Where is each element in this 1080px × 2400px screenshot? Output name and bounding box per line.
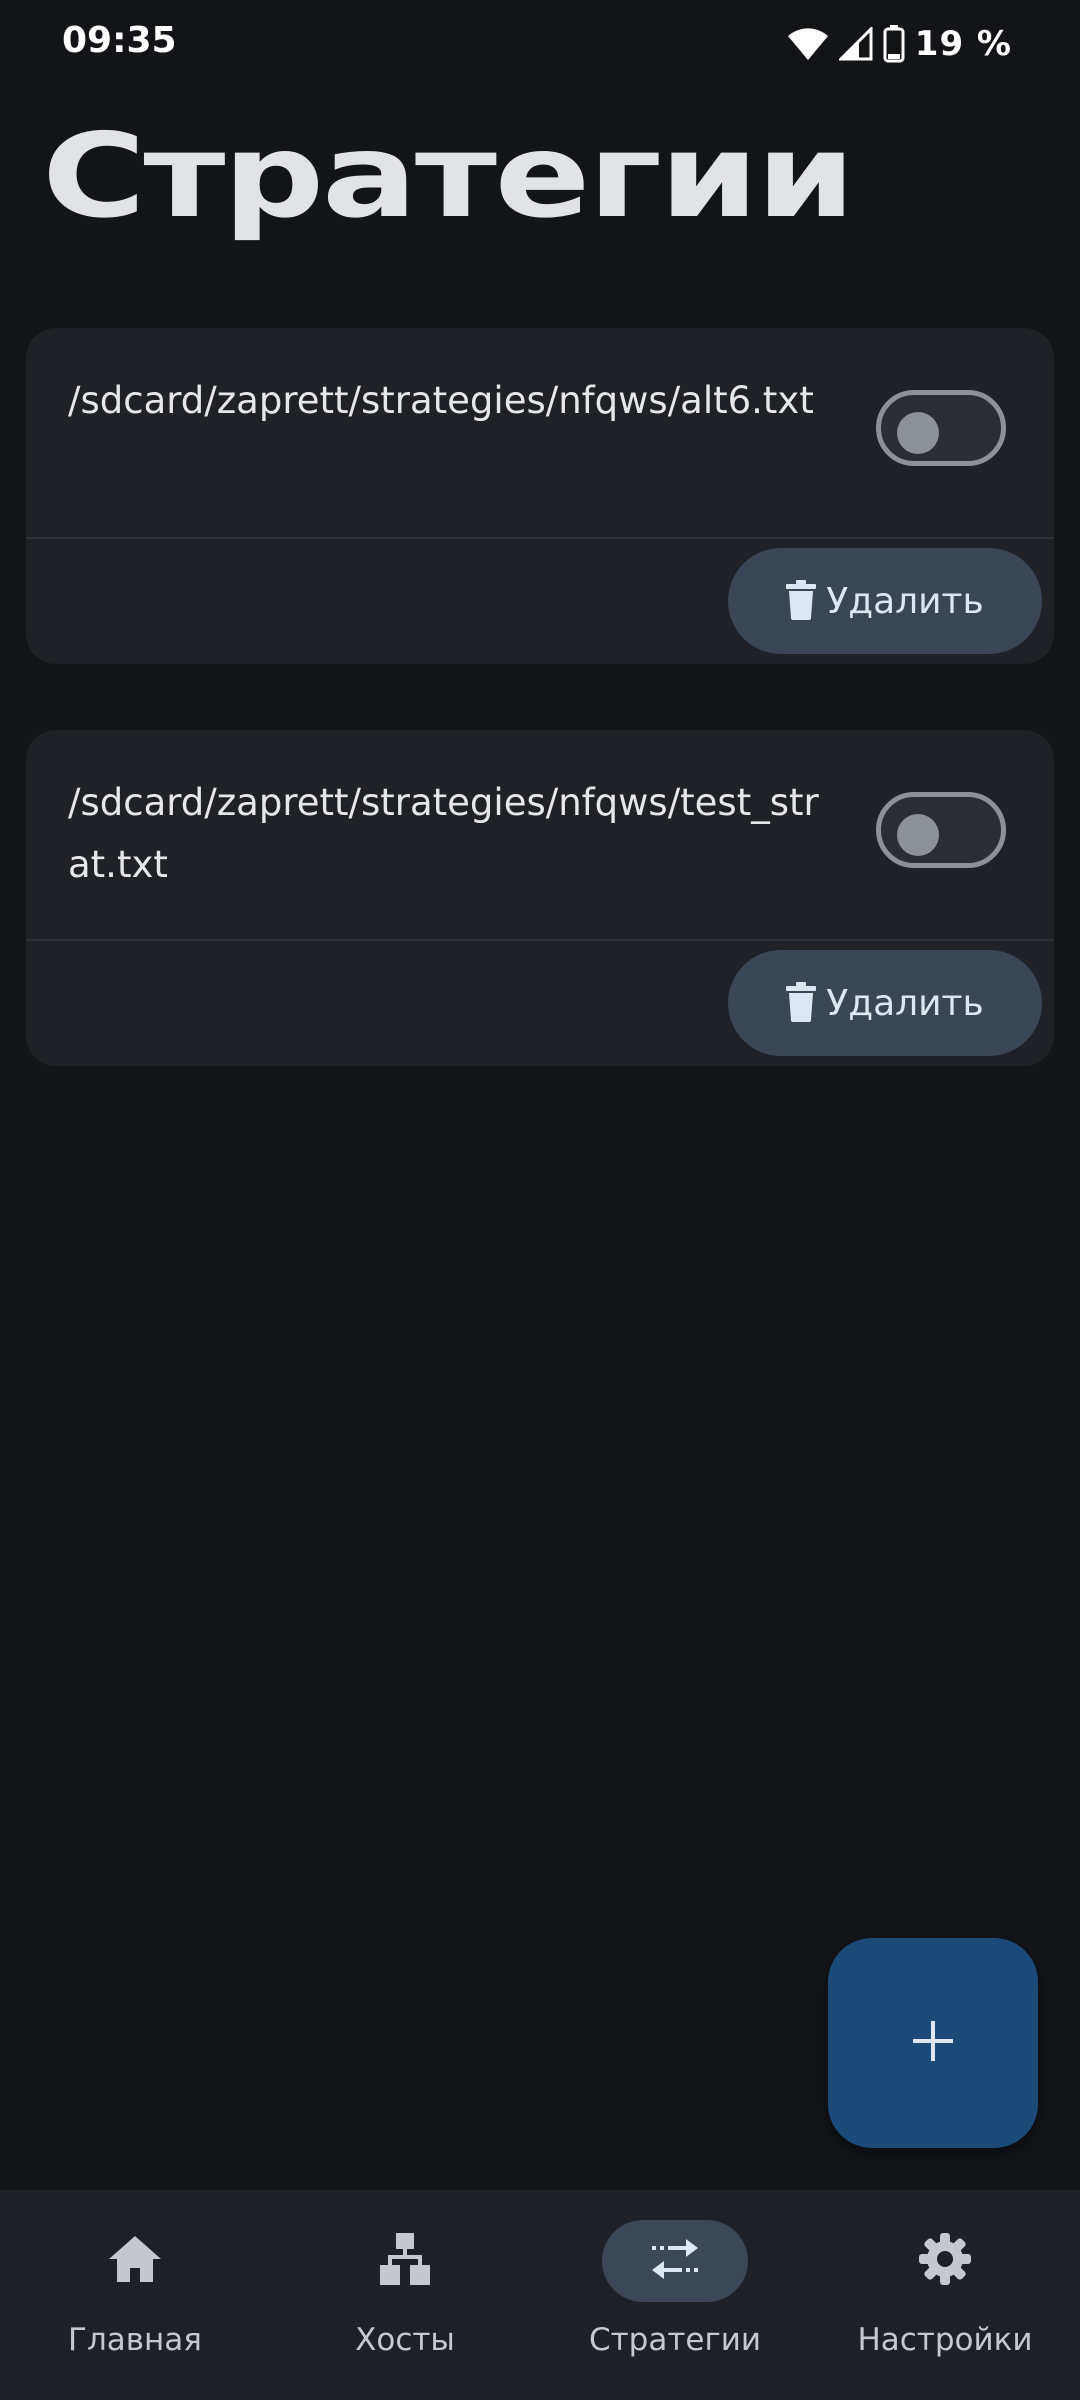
delete-label: Удалить: [826, 580, 984, 622]
home-icon: [109, 2236, 161, 2286]
hierarchy-icon: [380, 2233, 430, 2289]
nav-label: Настройки: [857, 2322, 1033, 2358]
cellular-signal-icon: [838, 27, 873, 61]
nav-icon-container: [332, 2220, 478, 2302]
nav-item-settings[interactable]: Настройки: [810, 2190, 1080, 2400]
toggle-knob: [897, 412, 939, 454]
status-icons: 19 %: [787, 22, 1012, 66]
toggle-knob: [897, 814, 939, 856]
gear-icon: [919, 2233, 971, 2289]
nav-label: Хосты: [355, 2322, 455, 2358]
strategy-card: /sdcard/zaprett/strategies/nfqws/test_st…: [26, 730, 1054, 1066]
strategy-path: /sdcard/zaprett/strategies/nfqws/test_st…: [68, 781, 819, 886]
delete-button[interactable]: Удалить: [728, 950, 1042, 1056]
strategy-card: /sdcard/zaprett/strategies/nfqws/alt6.tx…: [26, 328, 1054, 664]
status-bar: 09:35 19 %: [0, 0, 1080, 88]
strategy-toggle[interactable]: [876, 390, 1006, 466]
nav-icon-container: [872, 2220, 1018, 2302]
add-strategy-button[interactable]: [828, 1938, 1038, 2148]
nav-icon-container: [62, 2220, 208, 2302]
card-divider: [26, 939, 1054, 941]
nav-item-home[interactable]: Главная: [0, 2190, 270, 2400]
plus-icon: [913, 2021, 953, 2065]
nav-label: Главная: [68, 2322, 202, 2358]
wifi-icon: [787, 27, 829, 61]
bottom-navigation: Главная Хосты Стратегии Настройки: [0, 2190, 1080, 2400]
battery-level: 19 %: [914, 24, 1012, 64]
nav-item-hosts[interactable]: Хосты: [270, 2190, 540, 2400]
card-divider: [26, 537, 1054, 539]
delete-label: Удалить: [826, 982, 984, 1024]
status-time: 09:35: [62, 20, 177, 61]
nav-item-strategies[interactable]: Стратегии: [540, 2190, 810, 2400]
trash-icon: [786, 981, 817, 1025]
trash-icon: [786, 579, 817, 623]
nav-icon-container: [602, 2220, 748, 2302]
nav-label: Стратегии: [588, 2322, 762, 2358]
battery-icon: [883, 25, 905, 63]
strategy-toggle[interactable]: [876, 792, 1006, 868]
swap-arrows-icon: [650, 2237, 700, 2285]
strategy-path: /sdcard/zaprett/strategies/nfqws/alt6.tx…: [68, 379, 814, 422]
delete-button[interactable]: Удалить: [728, 548, 1042, 654]
page-title: Стратегии: [42, 109, 855, 244]
